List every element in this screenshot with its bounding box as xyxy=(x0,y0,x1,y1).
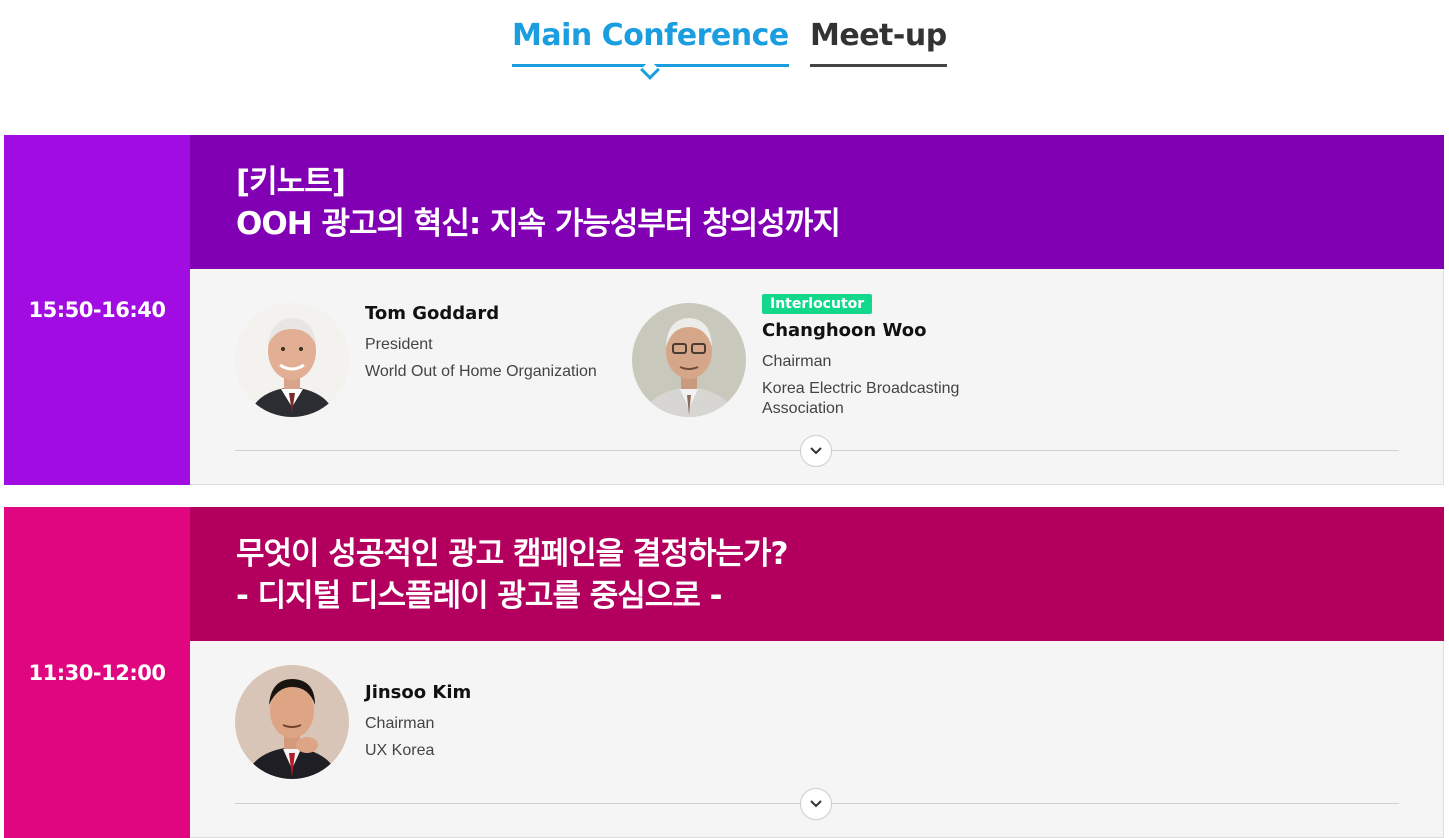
tab-meet-up-label: Meet-up xyxy=(810,18,947,53)
session-title: 무엇이 성공적인 광고 캠페인을 결정하는가? - 디지털 디스플레이 광고를 … xyxy=(190,507,1444,641)
interlocutor-badge: Interlocutor xyxy=(762,294,873,314)
speaker-organization: World Out of Home Organization xyxy=(365,363,597,380)
session-title-line: [키노트] xyxy=(236,164,346,200)
speaker-name: Jinsoo Kim xyxy=(365,682,472,703)
tab-underline xyxy=(810,64,947,67)
session-title-line: 무엇이 성공적인 광고 캠페인을 결정하는가? xyxy=(236,536,789,572)
chevron-down-icon xyxy=(810,800,822,808)
speaker-organization: UX Korea xyxy=(365,742,435,759)
speaker-name: Tom Goddard xyxy=(365,303,500,324)
speaker-name: Changhoon Woo xyxy=(762,320,927,341)
speaker-role: Chairman xyxy=(762,353,832,370)
session-time: 15:50-16:40 xyxy=(4,135,190,485)
session-title-line: OOH 광고의 혁신: 지속 가능성부터 창의성까지 xyxy=(236,206,841,242)
session-card: 11:30-12:00 무엇이 성공적인 광고 캠페인을 결정하는가? - 디지… xyxy=(4,507,1444,838)
expand-button[interactable] xyxy=(800,435,832,467)
speaker-info: Jinsoo Kim Chairman UX Korea xyxy=(365,682,615,761)
speaker-role: Chairman xyxy=(365,715,435,732)
speaker-photo xyxy=(235,303,349,417)
conference-tabs: Main Conference Meet-up xyxy=(0,18,1449,88)
tab-main-conference[interactable]: Main Conference xyxy=(512,18,789,80)
session-title: [키노트] OOH 광고의 혁신: 지속 가능성부터 창의성까지 xyxy=(190,135,1444,269)
speaker-photo xyxy=(632,303,746,417)
speaker-organization: Korea Electric Broadcasting Association xyxy=(762,380,960,417)
chevron-down-icon xyxy=(810,447,822,455)
speaker-role: President xyxy=(365,336,433,353)
speaker-info: Interlocutor Changhoon Woo Chairman Kore… xyxy=(762,293,1012,419)
speaker-info: Tom Goddard President World Out of Home … xyxy=(365,303,615,382)
session-card: 15:50-16:40 [키노트] OOH 광고의 혁신: 지속 가능성부터 창… xyxy=(4,135,1444,485)
expand-button[interactable] xyxy=(800,788,832,820)
tab-meet-up[interactable]: Meet-up xyxy=(810,18,947,68)
session-title-line: - 디지털 디스플레이 광고를 중심으로 - xyxy=(236,578,723,614)
session-time: 11:30-12:00 xyxy=(4,507,190,838)
speaker-photo xyxy=(235,665,349,779)
tab-main-conference-label: Main Conference xyxy=(512,18,789,53)
